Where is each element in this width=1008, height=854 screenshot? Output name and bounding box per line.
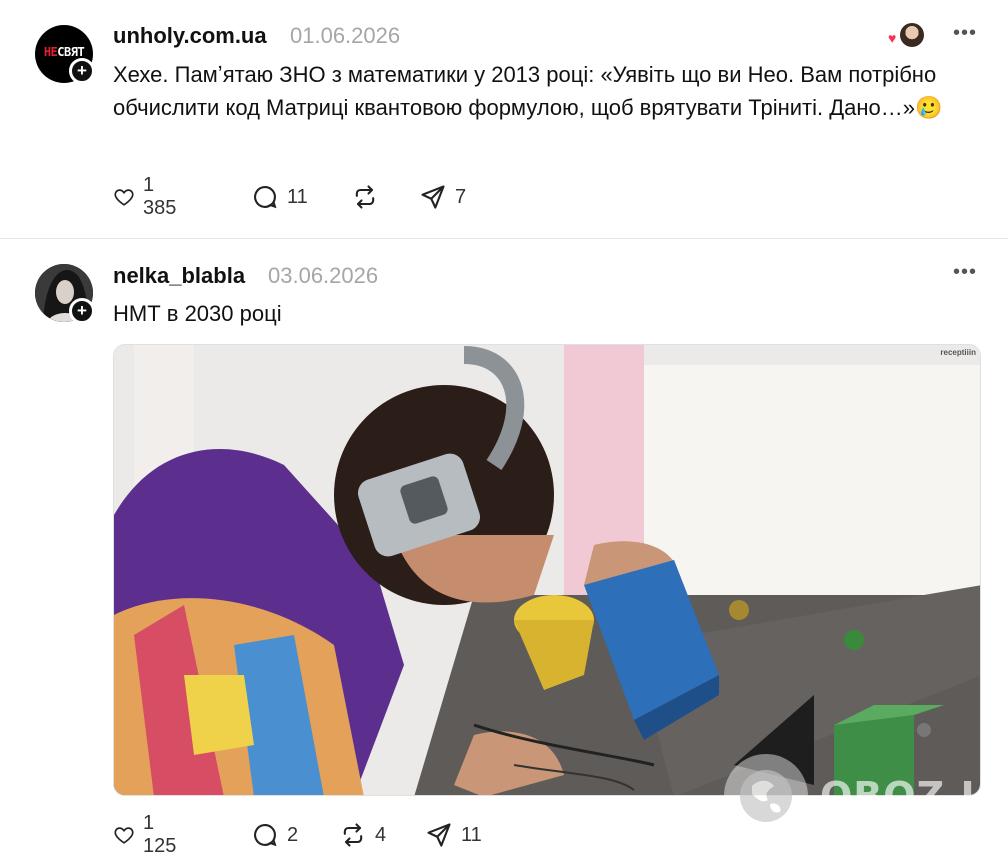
share-button[interactable]: 11 (425, 820, 482, 850)
like-button[interactable]: 1 385 (113, 174, 182, 219)
reply-count: 2 (287, 823, 299, 846)
repost-count: 4 (375, 823, 387, 846)
share-icon (421, 185, 445, 209)
more-icon[interactable]: ••• (953, 262, 977, 282)
more-icon[interactable]: ••• (953, 23, 977, 43)
share-icon (427, 823, 451, 847)
repost-icon (355, 185, 375, 209)
post-unholy: НЕСВЯТ + unholy.com.ua 01.06.2026 ♥ ••• … (0, 0, 1008, 239)
avatar-logo: НЕСВЯТ (43, 45, 85, 59)
follow-plus-icon[interactable]: + (69, 58, 95, 84)
reply-count: 11 (287, 185, 308, 208)
follow-plus-icon[interactable]: + (69, 298, 95, 324)
post-text: НМТ в 2030 році (113, 301, 282, 326)
heart-icon (114, 827, 134, 844)
share-count: 11 (461, 823, 482, 846)
oboz-watermark: OBOZ.UA (724, 754, 1008, 838)
media-watermark: receptiiin (940, 348, 976, 357)
comment-icon (254, 186, 277, 209)
reply-button[interactable]: 11 (251, 182, 308, 212)
reply-button[interactable]: 2 (251, 820, 298, 850)
username[interactable]: unholy.com.ua (113, 23, 267, 49)
like-count: 1 385 (143, 174, 177, 219)
like-count: 1 125 (143, 812, 177, 854)
share-count: 7 (455, 185, 467, 208)
liker-avatar (900, 23, 924, 47)
repost-button[interactable]: 4 (339, 820, 386, 850)
comment-icon (254, 824, 277, 847)
watermark-text: OBOZ.UA (820, 774, 1008, 818)
username[interactable]: nelka_blabla (113, 263, 245, 289)
post-text: Хехе. Памʼятаю ЗНО з математики у 2013 р… (113, 62, 943, 120)
liked-by-avatar[interactable]: ♥ (888, 23, 924, 49)
post-date: 03.06.2026 (268, 263, 379, 288)
image-scene (114, 345, 980, 795)
repost-button[interactable] (351, 182, 387, 212)
post-image[interactable]: receptiiin (113, 344, 981, 796)
share-button[interactable]: 7 (419, 182, 466, 212)
repost-icon (343, 823, 363, 847)
globe-icon (724, 754, 808, 838)
heart-icon (114, 189, 134, 206)
post-date: 01.06.2026 (290, 23, 401, 48)
heart-badge-icon: ♥ (888, 30, 897, 46)
like-button[interactable]: 1 125 (113, 812, 182, 854)
